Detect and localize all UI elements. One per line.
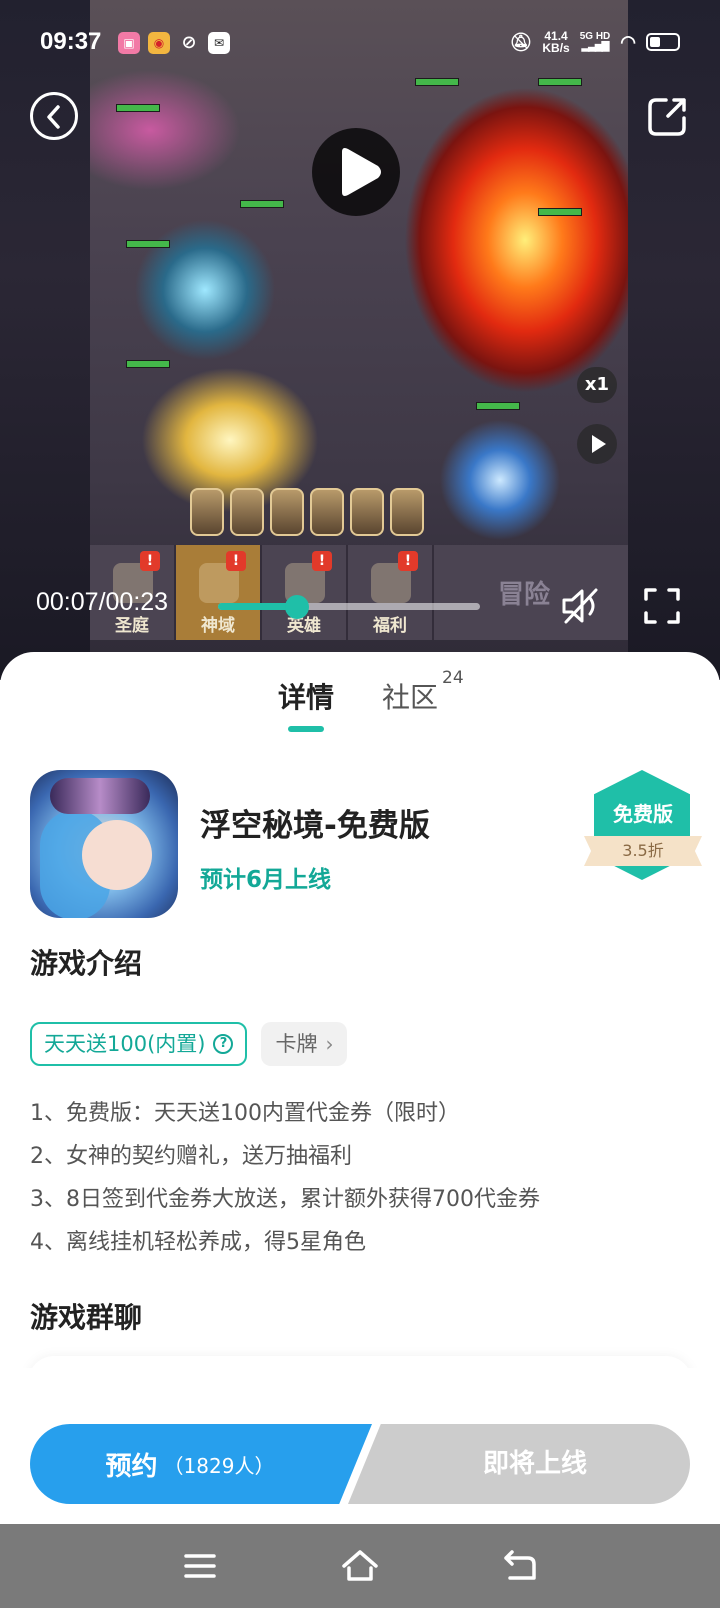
game-app-icon [30,770,178,918]
badge-label: 免费版 [613,802,673,826]
home-button[interactable] [340,1546,380,1586]
mail-icon: ✉ [208,32,230,54]
free-version-badge: 免费版 3.5折 [584,770,702,880]
skill-slot [350,488,384,536]
skill-slot [190,488,224,536]
skill-slot [310,488,344,536]
skill-slot [270,488,304,536]
speaker-muted-icon [562,588,598,624]
release-date: 预计6月上线 [200,867,332,893]
cellular-signal: 5G HD ▂▃▅▇ [580,32,611,52]
hp-bar [116,104,160,112]
hp-bar [126,240,170,248]
hp-bar [538,208,582,216]
tab-details[interactable]: 详情 [278,676,334,716]
genre-tag[interactable]: 卡牌 › [261,1022,348,1066]
net-speed-unit: KB/s [542,41,570,55]
tag-row: 天天送100(内置) ? 卡牌 › [30,1022,348,1066]
hp-bar [240,200,284,208]
status-time: 09:37 [40,28,102,55]
mute-button[interactable] [560,586,604,626]
status-bar: 09:37 ▣ ◉ ⊘ ✉ 🔕︎ 41.4 KB/s 5G HD ▂▃▅▇ ◠ [0,0,720,90]
net-speed: 41.4 KB/s [542,30,569,54]
system-nav-bar [0,1524,720,1608]
intro-list: 1、免费版：天天送100内置代金券（限时） 2、女神的契约赠礼，送万抽福利 3、… [30,1092,690,1264]
playback-controls: 00:07/00:23 [0,580,720,632]
current-time: 00:07 [36,588,99,616]
alert-badge: ! [312,551,332,571]
menu-button[interactable] [180,1546,220,1586]
menu-icon [184,1554,216,1578]
intro-heading: 游戏介绍 [30,947,143,980]
tab-indicator [288,726,324,732]
play-small-icon [592,435,606,453]
intro-item: 1、免费版：天天送100内置代金券（限时） [30,1101,460,1126]
duration: 00:23 [105,588,169,616]
intro-item: 2、女神的契约赠礼，送万抽福利 [30,1144,352,1169]
alert-badge: ! [140,551,160,571]
tab-bar: 详情 社区 24 [0,668,720,732]
tab-community[interactable]: 社区 [382,676,438,716]
notification-icons: ▣ ◉ ⊘ ✉ [118,32,230,54]
coming-soon-label: 即将上线 [482,1449,587,1479]
intro-item: 4、离线挂机轻松养成，得5星角色 [30,1230,366,1255]
back-button[interactable] [30,92,78,140]
alert-badge: ! [226,551,246,571]
share-button[interactable] [646,94,690,138]
icon-art [50,778,150,814]
group-chat-heading: 游戏群聊 [30,1301,143,1334]
play-icon [342,148,381,196]
community-count: 24 [442,668,464,688]
skill-slot [230,488,264,536]
hp-bar [126,360,170,368]
wifi-icon: ◠ [620,31,636,52]
status-indicators: 🔕︎ 41.4 KB/s 5G HD ▂▃▅▇ ◠ [510,30,680,54]
progress-bar[interactable] [218,595,480,619]
reserve-button-content[interactable]: 预约 （1829人） [30,1424,372,1504]
back-nav-button[interactable] [500,1546,540,1586]
game-title: 浮空秘境-免费版 [200,808,430,844]
reserve-label: 预约 [105,1451,158,1482]
fullscreen-button[interactable] [642,586,682,626]
home-icon [342,1550,378,1581]
action-bar: 预约 （1829人） 即将上线 [0,1368,720,1524]
hp-bar [476,402,520,410]
signal-bars-icon: ▂▃▅▇ [581,41,610,52]
play-button[interactable] [312,128,400,216]
share-icon [648,98,686,136]
help-icon[interactable]: ? [213,1034,234,1054]
progress-knob[interactable] [284,595,309,619]
weibo-icon: ◉ [148,32,170,54]
chevron-left-icon [47,105,60,129]
intro-item: 3、8日签到代金券大放送，累计额外获得700代金券 [30,1187,540,1212]
genre-tag-label: 卡牌 [275,1032,318,1056]
mute-status-icon: 🔕︎ [509,31,533,52]
promo-tag[interactable]: 天天送100(内置) ? [30,1022,248,1066]
back-arrow-icon [504,1550,536,1580]
icon-art [82,820,152,890]
bilibili-icon: ▣ [118,32,140,54]
playback-time: 00:07/00:23 [36,588,169,616]
skill-slot [390,488,424,536]
reserve-count: （1829人） [163,1453,275,1478]
alert-badge: ! [398,551,418,571]
fullscreen-icon [644,588,680,624]
saturn-icon: ⊘ [181,32,197,53]
chevron-right-icon: › [325,1032,334,1056]
battery-icon [646,33,680,51]
skill-bar [190,488,424,536]
video-player[interactable]: ! 圣庭 ! 神域 ! 英雄 ! 福利 冒险 09:37 ▣ ◉ ⊘ ✉ 🔕︎ … [0,0,720,680]
discount-ribbon: 3.5折 [584,836,702,866]
promo-tag-label: 天天送100(内置) [44,1032,206,1056]
game-auto-button [577,424,617,464]
game-speed-button: x1 [577,367,617,403]
